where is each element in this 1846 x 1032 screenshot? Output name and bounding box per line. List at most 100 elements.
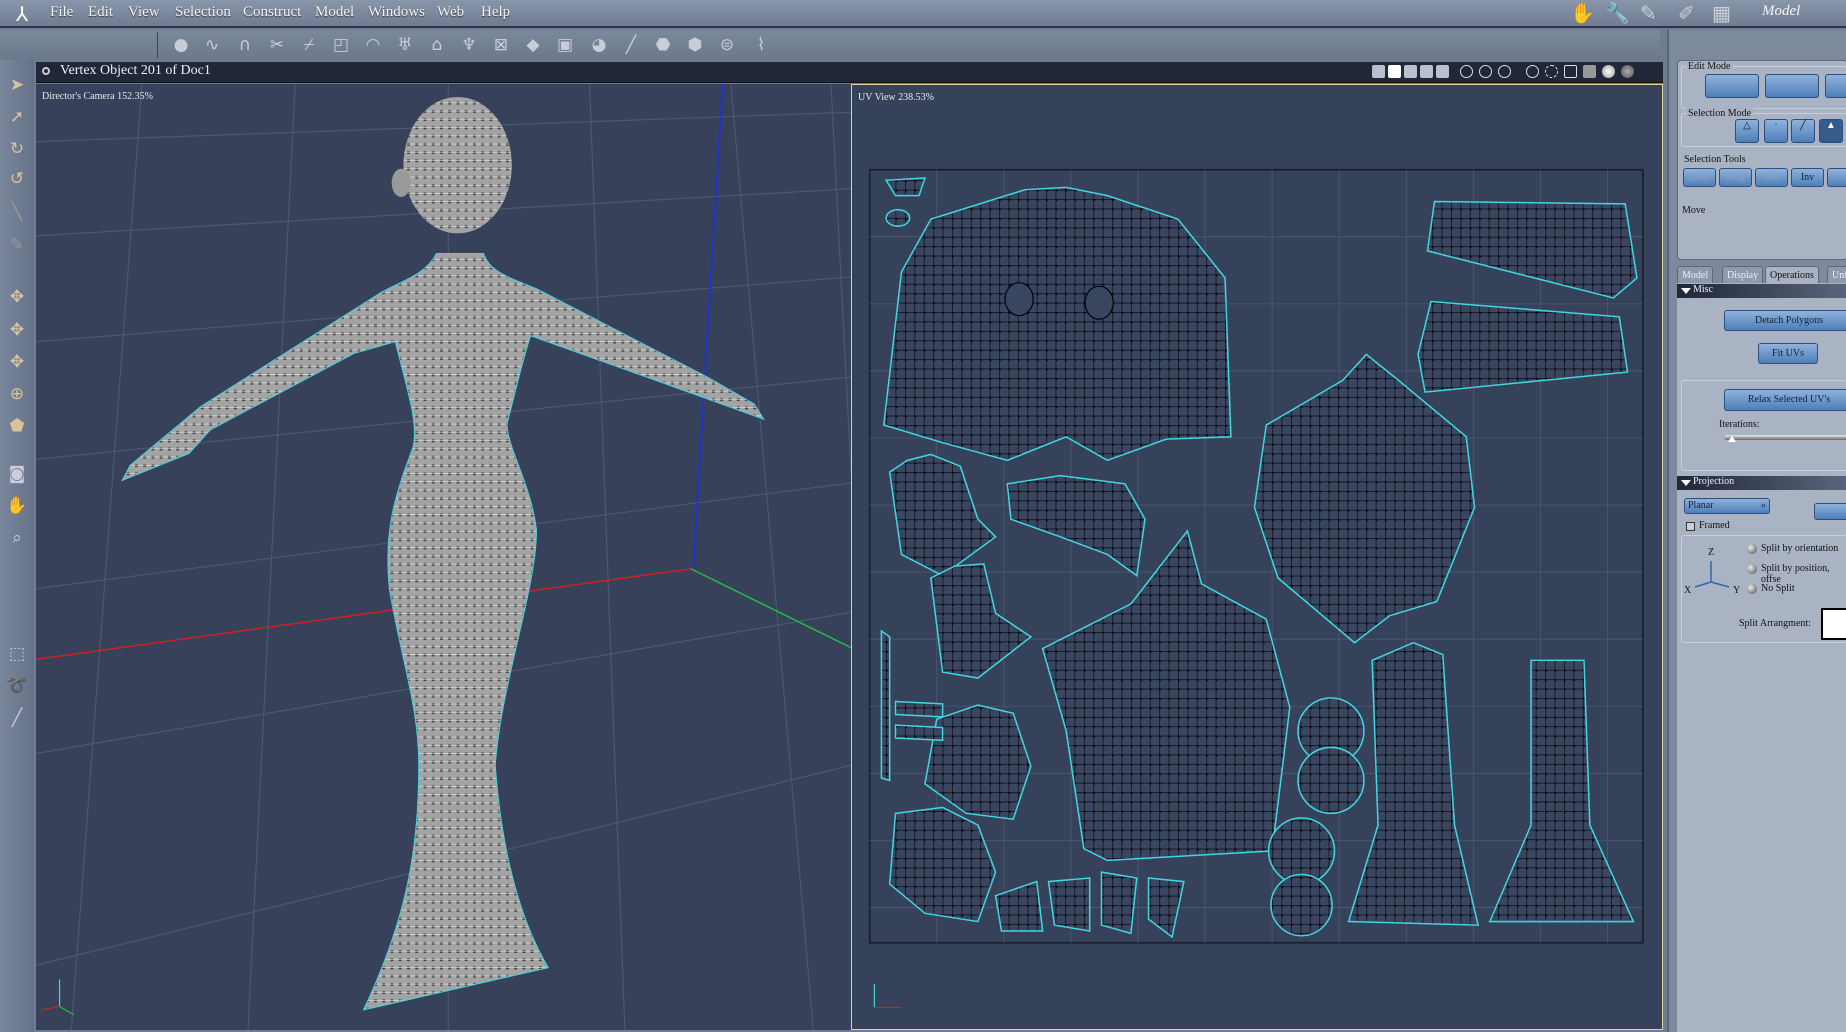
between-button[interactable]: Btw [1755, 168, 1788, 187]
apply-projection-button[interactable] [1814, 503, 1846, 520]
bevel-icon[interactable]: ⌂ [426, 34, 448, 56]
bounding-icon[interactable] [1526, 65, 1539, 78]
smooth-shade-icon[interactable] [1602, 65, 1615, 78]
room-wrench-icon[interactable]: 🔧 [1605, 1, 1630, 25]
menu-construct[interactable]: Construct [243, 4, 301, 21]
projection-type-select[interactable]: Planar » [1684, 498, 1770, 514]
tab-unfold[interactable]: Unfo [1827, 266, 1846, 283]
cup-icon[interactable]: ♆ [458, 34, 480, 56]
viewport-menu-icon[interactable] [42, 67, 50, 75]
flat-shade-icon[interactable] [1583, 65, 1596, 78]
split-orientation-radio[interactable] [1747, 544, 1757, 554]
texture-shade-icon[interactable] [1621, 65, 1634, 78]
spline-icon[interactable]: ∿ [201, 34, 223, 56]
select-polygon-icon[interactable]: △ [1735, 119, 1759, 143]
room-brush-icon[interactable]: ✐ [1678, 1, 1695, 25]
menu-web[interactable]: Web [437, 4, 464, 21]
edit-mode-bone-button[interactable] [1765, 74, 1819, 98]
split-position-radio[interactable] [1747, 564, 1757, 574]
camera-icon[interactable]: ◙ [5, 462, 29, 486]
move-xy-icon[interactable]: ✥ [5, 318, 29, 342]
knife-icon[interactable]: ✂ [266, 34, 288, 56]
slider-thumb[interactable] [1728, 432, 1736, 442]
smooth-icon[interactable]: ◕ [588, 34, 610, 56]
detach-polygons-button[interactable]: Detach Polygons [1724, 310, 1846, 331]
tab-display[interactable]: Display [1722, 266, 1764, 283]
grid-icon[interactable]: ⊠ [490, 34, 512, 56]
dome-icon[interactable]: ◠ [362, 34, 384, 56]
points-icon[interactable] [1545, 65, 1558, 78]
no-split-radio[interactable] [1747, 584, 1757, 594]
room-hand-icon[interactable]: ✋ [1570, 1, 1595, 25]
layout-three-icon[interactable] [1404, 65, 1417, 78]
menu-help[interactable]: Help [481, 4, 510, 21]
uv-viewport[interactable]: UV View 238.53% [851, 84, 1663, 1030]
menu-selection[interactable]: Selection [175, 4, 231, 21]
select-vertex-icon[interactable]: · [1764, 119, 1788, 143]
zoom-icon[interactable]: ⌕ [5, 526, 29, 550]
line-icon[interactable]: ╲ [5, 200, 29, 224]
select-arrow-alt-icon[interactable]: ➚ [5, 105, 29, 129]
figure-mesh[interactable] [120, 96, 765, 1011]
fit-uvs-button[interactable]: Fit UVs [1758, 343, 1818, 364]
loop-button[interactable]: Loop [1683, 168, 1716, 187]
morph-icon[interactable]: ⊜ [716, 34, 738, 56]
hand-pan-icon[interactable]: ✋ [5, 494, 29, 518]
move-z-icon[interactable]: ✥ [5, 350, 29, 374]
scale-icon[interactable]: ⬟ [5, 414, 29, 438]
uv-islands[interactable] [880, 177, 1638, 939]
app-logo-icon[interactable]: ⅄ [16, 2, 28, 26]
relax-uvs-button[interactable]: Relax Selected UV's [1724, 389, 1846, 411]
move-icon[interactable]: ✥ [5, 285, 29, 309]
select-arrow-icon[interactable]: ➤ [5, 73, 29, 97]
universal-icon[interactable]: ⊕ [5, 382, 29, 406]
shield-view3-icon[interactable] [1498, 65, 1511, 78]
edit-mode-uv-button[interactable] [1825, 74, 1846, 98]
split-arrangement-preview[interactable] [1821, 608, 1846, 640]
menu-edit[interactable]: Edit [88, 4, 113, 21]
shield-view2-icon[interactable] [1479, 65, 1492, 78]
rect-select-icon[interactable]: ⬚ [5, 642, 29, 666]
extrude-icon[interactable]: ◆ [522, 34, 544, 56]
taper-icon[interactable]: ✎ [5, 233, 29, 257]
brush-icon[interactable]: ╱ [620, 34, 642, 56]
invert-button[interactable]: Inv [1791, 168, 1824, 187]
select-edge-icon[interactable]: ╱ [1791, 119, 1815, 143]
iterations-slider[interactable] [1724, 432, 1846, 442]
menu-file[interactable]: File [50, 4, 73, 21]
select-face-icon[interactable]: ▲ [1819, 119, 1843, 143]
room-pencil-icon[interactable]: ✎ [1640, 1, 1657, 25]
layout-custom-icon[interactable] [1436, 65, 1449, 78]
edit-mode-vertex-button[interactable] [1705, 74, 1759, 98]
framed-checkbox[interactable] [1686, 522, 1695, 531]
twist-icon[interactable]: ↺ [5, 167, 29, 191]
lasso-icon[interactable]: ➰ [5, 674, 29, 698]
paint-select-icon[interactable]: ╱ [5, 706, 29, 730]
rotate-icon[interactable]: ↻ [5, 137, 29, 161]
layout-split-icon[interactable] [1388, 65, 1401, 78]
box-icon[interactable]: ◰ [330, 34, 352, 56]
lathe-icon[interactable]: ♅ [394, 34, 416, 56]
misc-section-header[interactable]: Misc [1677, 284, 1846, 298]
magnet-icon[interactable]: ∩ [234, 34, 256, 56]
bone-icon[interactable]: ⌇ [750, 34, 772, 56]
menu-view[interactable]: View [128, 4, 160, 21]
room-film-icon[interactable]: ▦ [1712, 1, 1731, 25]
sphere-icon[interactable]: ● [170, 34, 192, 56]
wireframe-icon[interactable] [1564, 65, 1577, 78]
shear-icon[interactable]: ⬢ [684, 34, 706, 56]
projection-section-header[interactable]: Projection [1677, 476, 1846, 490]
menu-windows[interactable]: Windows [368, 4, 425, 21]
more-button[interactable] [1827, 168, 1846, 187]
bag-icon[interactable]: ▣ [554, 34, 576, 56]
tab-model[interactable]: Model [1677, 266, 1714, 283]
ring-button[interactable]: Ring [1719, 168, 1752, 187]
menu-model[interactable]: Model [315, 4, 354, 21]
shield-view-icon[interactable] [1460, 65, 1473, 78]
deform-icon[interactable]: ⬣ [652, 34, 674, 56]
tab-operations[interactable]: Operations [1765, 266, 1819, 283]
perspective-viewport[interactable]: Director's Camera 152.35% [36, 84, 851, 1030]
layout-single-icon[interactable] [1372, 65, 1385, 78]
vertex-icon[interactable]: ⌿ [298, 34, 320, 56]
layout-four-icon[interactable] [1420, 65, 1433, 78]
